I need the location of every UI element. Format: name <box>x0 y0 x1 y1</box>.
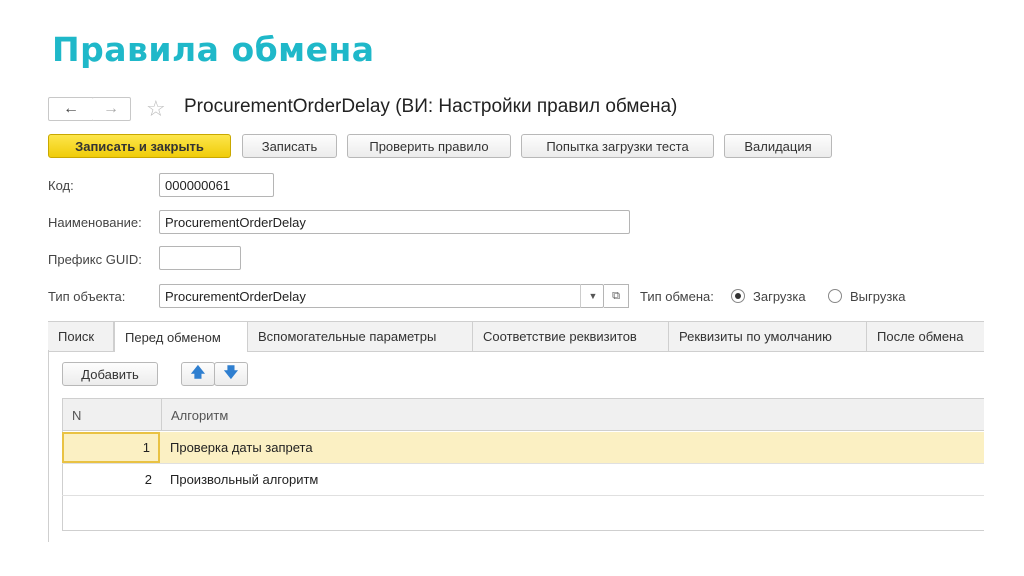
tab-default-attributes[interactable]: Реквизиты по умолчанию <box>669 322 867 351</box>
column-divider <box>161 399 162 430</box>
open-button[interactable]: ⧉ <box>604 284 629 308</box>
table-row[interactable]: 1 Проверка даты запрета <box>62 432 984 464</box>
column-header-algorithm[interactable]: Алгоритм <box>171 408 228 423</box>
radio-load[interactable] <box>731 289 745 303</box>
row-algorithm: Произвольный алгоритм <box>170 472 319 487</box>
move-up-button[interactable]: 🡅 <box>181 362 215 386</box>
tab-bar: Поиск Перед обменом Вспомогательные пара… <box>48 321 984 352</box>
table-row[interactable]: 2 Произвольный алгоритм <box>62 464 984 496</box>
guid-prefix-field[interactable] <box>159 246 241 270</box>
open-window-icon: ⧉ <box>612 289 620 302</box>
arrow-up-icon: 🡅 <box>190 364 206 380</box>
slide-title: Правила обмена <box>52 30 375 69</box>
row-algorithm: Проверка даты запрета <box>170 440 313 455</box>
object-type-label: Тип объекта: <box>48 289 126 304</box>
radio-unload-label: Выгрузка <box>850 289 906 304</box>
arrow-down-icon: 🡇 <box>223 364 239 380</box>
tab-after-exchange[interactable]: После обмена <box>867 322 984 351</box>
table-header: N Алгоритм <box>62 398 984 431</box>
star-icon[interactable]: ☆ <box>146 96 166 122</box>
arrow-left-icon: ← <box>63 100 79 117</box>
back-button[interactable]: ← <box>48 97 94 121</box>
row-number: 2 <box>144 472 152 487</box>
column-header-n[interactable]: N <box>72 408 81 423</box>
check-rule-button[interactable]: Проверить правило <box>347 134 511 158</box>
row-number: 1 <box>62 432 160 463</box>
arrow-right-icon: → <box>103 100 119 117</box>
radio-unload[interactable] <box>828 289 842 303</box>
name-field[interactable]: ProcurementOrderDelay <box>159 210 630 234</box>
add-button[interactable]: Добавить <box>62 362 158 386</box>
validation-button[interactable]: Валидация <box>724 134 832 158</box>
tab-search[interactable]: Поиск <box>48 322 114 351</box>
radio-load-label: Загрузка <box>753 289 806 304</box>
save-and-close-button[interactable]: Записать и закрыть <box>48 134 231 158</box>
code-label: Код: <box>48 178 74 193</box>
forward-button[interactable]: → <box>92 97 131 121</box>
code-field[interactable]: 000000061 <box>159 173 274 197</box>
tab-before-exchange[interactable]: Перед обменом <box>114 321 248 352</box>
exchange-type-label: Тип обмена: <box>640 289 714 304</box>
move-down-button[interactable]: 🡇 <box>214 362 248 386</box>
tab-aux-params[interactable]: Вспомогательные параметры <box>248 322 473 351</box>
radio-dot <box>735 293 741 299</box>
chevron-down-icon: ▼ <box>588 291 598 301</box>
window-title: ProcurementOrderDelay (ВИ: Настройки пра… <box>184 96 678 117</box>
save-button[interactable]: Записать <box>242 134 337 158</box>
dropdown-button[interactable]: ▼ <box>580 284 605 308</box>
tab-attribute-mapping[interactable]: Соответствие реквизитов <box>473 322 669 351</box>
test-load-button[interactable]: Попытка загрузки теста <box>521 134 714 158</box>
object-type-value: ProcurementOrderDelay <box>165 288 306 304</box>
guid-prefix-label: Префикс GUID: <box>48 252 142 267</box>
object-type-field[interactable]: ProcurementOrderDelay <box>159 284 604 308</box>
name-label: Наименование: <box>48 215 142 230</box>
